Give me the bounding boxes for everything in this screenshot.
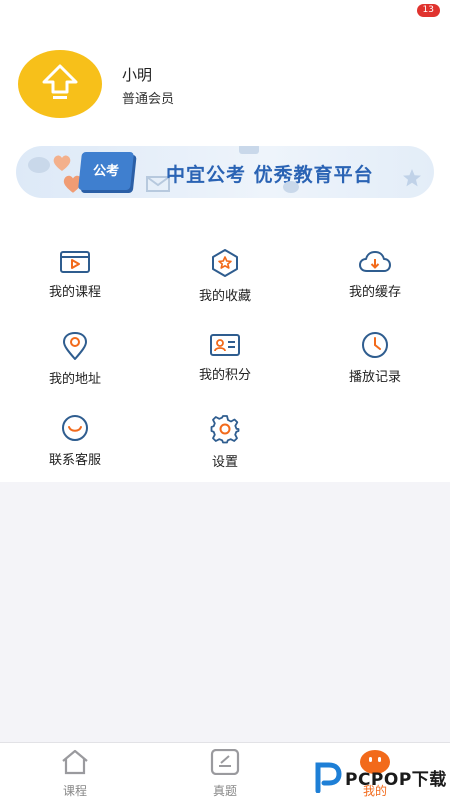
cloud-download-icon (359, 251, 391, 272)
video-course-icon (60, 251, 90, 273)
star-icon (403, 169, 421, 187)
user-name: 小明 (122, 66, 153, 84)
menu-play-history[interactable]: 播放记录 (325, 331, 425, 385)
menu-label: 我的积分 (198, 368, 251, 383)
tab-label: 真题 (212, 784, 237, 798)
menu-customer-service[interactable]: 联系客服 (25, 414, 125, 468)
menu-my-points[interactable]: 我的积分 (175, 333, 275, 383)
menu-label: 我的地址 (48, 372, 101, 387)
menu-my-favorites[interactable]: 我的收藏 (175, 248, 275, 304)
chat-bubble-icon (28, 157, 50, 173)
exam-paper-icon (210, 748, 240, 776)
id-card-icon (210, 334, 240, 356)
home-icon (62, 749, 88, 775)
upload-arrow-icon (42, 64, 78, 99)
tab-questions[interactable]: 真题 (185, 748, 265, 799)
banner-tag: 公考 (78, 152, 134, 190)
pcpop-watermark: PCPOP下载 (312, 760, 447, 794)
menu-label: 我的缓存 (348, 285, 401, 300)
heart-icon (53, 155, 71, 171)
promo-banner[interactable]: 公考 中宜公考 优秀教育平台 (16, 146, 434, 198)
menu-label: 联系客服 (48, 453, 101, 468)
notification-badge: 13 (416, 4, 440, 17)
menu-my-cache[interactable]: 我的缓存 (325, 250, 425, 300)
menu-label: 我的课程 (48, 285, 101, 300)
menu-label: 设置 (211, 455, 238, 470)
smile-chat-icon (62, 415, 88, 441)
menu-settings[interactable]: 设置 (175, 414, 275, 470)
menu-label: 播放记录 (348, 370, 401, 385)
clock-icon (362, 332, 388, 358)
chat-bubble-icon (283, 181, 299, 193)
location-pin-icon (63, 332, 87, 360)
menu-my-address[interactable]: 我的地址 (25, 331, 125, 387)
avatar[interactable] (18, 50, 102, 118)
pcpop-logo-icon (315, 762, 342, 793)
menu-my-courses[interactable]: 我的课程 (25, 250, 125, 300)
banner-slogan: 中宜公考 优秀教育平台 (166, 164, 374, 186)
tab-courses[interactable]: 课程 (35, 749, 115, 799)
tab-label: 课程 (62, 784, 87, 798)
gear-icon (210, 415, 240, 444)
menu-label: 我的收藏 (198, 289, 251, 304)
chat-bubble-icon (239, 146, 259, 154)
star-badge-icon (212, 249, 238, 277)
member-level: 普通会员 (122, 92, 175, 107)
